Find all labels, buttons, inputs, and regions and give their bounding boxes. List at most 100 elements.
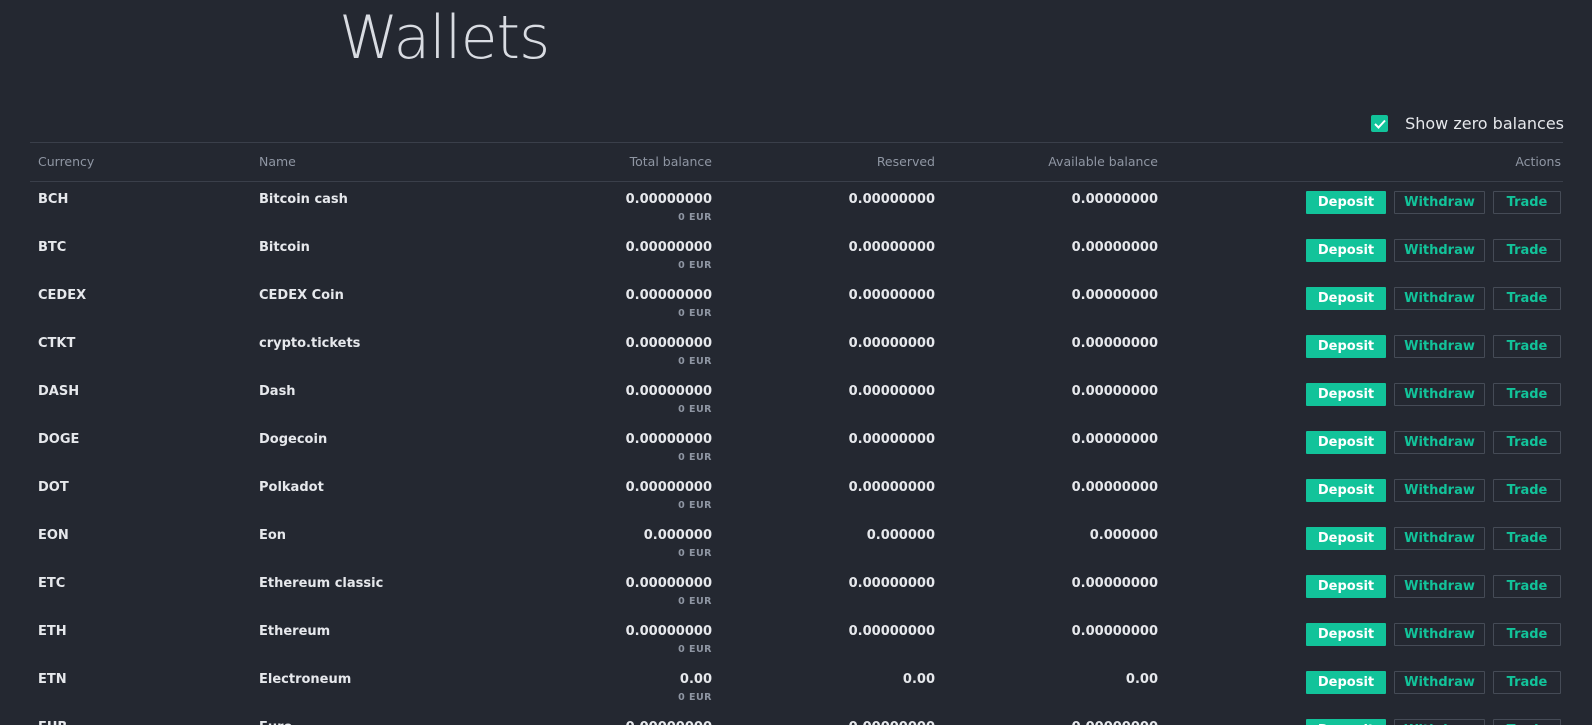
total-balance-eur: 0 EUR [678, 308, 712, 319]
deposit-button[interactable]: Deposit [1306, 623, 1386, 646]
deposit-button[interactable]: Deposit [1306, 191, 1386, 214]
deposit-button[interactable]: Deposit [1306, 335, 1386, 358]
deposit-button[interactable]: Deposit [1306, 239, 1386, 262]
available-balance: 0.000000 [1089, 528, 1158, 543]
reserved-balance: 0.00000000 [848, 288, 935, 303]
currency-name: Ethereum [259, 624, 331, 639]
total-balance-eur: 0 EUR [678, 212, 712, 223]
total-balance: 0.00 [679, 672, 712, 687]
show-zero-balances-checkbox[interactable] [1371, 115, 1389, 132]
withdraw-button[interactable]: Withdraw [1394, 287, 1485, 310]
trade-button[interactable]: Trade [1493, 431, 1561, 454]
table-row: BCH Bitcoin cash 0.00000000 0 EUR 0.00000000… [30, 182, 1563, 230]
available-balance: 0.00000000 [1071, 384, 1158, 399]
total-balance: 0.00000000 [625, 480, 712, 495]
table-row: DASH Dash 0.00000000 0 EUR 0.00000000 0.00000… [30, 374, 1563, 422]
reserved-balance: 0.00000000 [848, 576, 935, 591]
withdraw-button[interactable]: Withdraw [1394, 479, 1485, 502]
wallets-table: Currency Name Total balance Reserved Ava… [30, 142, 1563, 725]
reserved-balance: 0.000000 [866, 528, 935, 543]
deposit-button[interactable]: Deposit [1306, 527, 1386, 550]
currency-code: ETC [38, 576, 66, 591]
table-row: BTC Bitcoin 0.00000000 0 EUR 0.00000000 0.000… [30, 230, 1563, 278]
deposit-button[interactable]: Deposit [1306, 479, 1386, 502]
total-balance-eur: 0 EUR [678, 260, 712, 271]
currency-name: Ethereum classic [259, 576, 384, 591]
currency-code: EUR [38, 720, 67, 725]
trade-button[interactable]: Trade [1493, 383, 1561, 406]
available-balance: 0.00 [1125, 672, 1158, 687]
total-balance: 0.00000000 [625, 192, 712, 207]
total-balance: 0.00000000 [625, 336, 712, 351]
withdraw-button[interactable]: Withdraw [1394, 335, 1485, 358]
withdraw-button[interactable]: Withdraw [1394, 191, 1485, 214]
header-reserved: Reserved [876, 154, 935, 169]
reserved-balance: 0.00 [902, 672, 935, 687]
checkmark-icon [1373, 119, 1386, 129]
available-balance: 0.00000000 [1071, 288, 1158, 303]
withdraw-button[interactable]: Withdraw [1394, 431, 1485, 454]
available-balance: 0.00000000 [1071, 576, 1158, 591]
total-balance-eur: 0 EUR [678, 548, 712, 559]
trade-button[interactable]: Trade [1493, 335, 1561, 358]
deposit-button[interactable]: Deposit [1306, 383, 1386, 406]
withdraw-button[interactable]: Withdraw [1394, 575, 1485, 598]
currency-name: Euro [259, 720, 292, 725]
trade-button[interactable]: Trade [1493, 479, 1561, 502]
reserved-balance: 0.00000000 [848, 192, 935, 207]
total-balance-eur: 0 EUR [678, 692, 712, 703]
header-currency: Currency [38, 154, 95, 169]
trade-button[interactable]: Trade [1493, 719, 1561, 725]
show-zero-balances-label: Show zero balances [1405, 114, 1564, 133]
currency-name: Bitcoin cash [259, 192, 348, 207]
table-row: CEDEX CEDEX Coin 0.00000000 0 EUR 0.00000000… [30, 278, 1563, 326]
table-row: CTKT crypto.tickets 0.00000000 0 EUR 0.00000… [30, 326, 1563, 374]
trade-button[interactable]: Trade [1493, 191, 1561, 214]
currency-code: EON [38, 528, 69, 543]
wallets-page: Wallets Show zero balances Currency Name… [0, 0, 1592, 725]
withdraw-button[interactable]: Withdraw [1394, 527, 1485, 550]
withdraw-button[interactable]: Withdraw [1394, 239, 1485, 262]
deposit-button[interactable]: Deposit [1306, 287, 1386, 310]
withdraw-button[interactable]: Withdraw [1394, 623, 1485, 646]
trade-button[interactable]: Trade [1493, 239, 1561, 262]
total-balance-eur: 0 EUR [678, 356, 712, 367]
total-balance: 0.00000000 [626, 720, 712, 725]
available-balance: 0.00000000 [1071, 192, 1158, 207]
reserved-balance: 0.00000000 [848, 336, 935, 351]
trade-button[interactable]: Trade [1493, 527, 1561, 550]
table-row: DOT Polkadot 0.00000000 0 EUR 0.00000000 0.00… [30, 470, 1563, 518]
withdraw-button[interactable]: Withdraw [1394, 383, 1485, 406]
header-available-balance: Available balance [1048, 154, 1158, 169]
currency-code: DOGE [38, 432, 80, 447]
currency-name: Polkadot [259, 480, 324, 495]
reserved-balance: 0.00000000 [848, 384, 935, 399]
reserved-balance: 0.00000000 [849, 720, 935, 725]
total-balance-eur: 0 EUR [678, 596, 712, 607]
trade-button[interactable]: Trade [1493, 287, 1561, 310]
trade-button[interactable]: Trade [1493, 575, 1561, 598]
total-balance: 0.00000000 [625, 384, 712, 399]
reserved-balance: 0.00000000 [848, 480, 935, 495]
trade-button[interactable]: Trade [1493, 671, 1561, 694]
available-balance: 0.00000000 [1071, 480, 1158, 495]
table-row: ETC Ethereum classic 0.00000000 0 EUR 0.0000… [30, 566, 1563, 614]
withdraw-button[interactable]: Withdraw [1394, 719, 1485, 725]
total-balance: 0.000000 [643, 528, 712, 543]
deposit-button[interactable]: Deposit [1306, 671, 1386, 694]
total-balance-eur: 0 EUR [678, 644, 712, 655]
deposit-button[interactable]: Deposit [1306, 431, 1386, 454]
total-balance-eur: 0 EUR [678, 404, 712, 415]
trade-button[interactable]: Trade [1493, 623, 1561, 646]
show-zero-balances-toggle[interactable]: Show zero balances [1371, 114, 1564, 133]
currency-code: ETN [38, 672, 67, 687]
available-balance: 0.00000000 [1072, 720, 1158, 725]
currency-code: DASH [38, 384, 80, 399]
reserved-balance: 0.00000000 [848, 624, 935, 639]
deposit-button[interactable]: Deposit [1306, 719, 1386, 725]
withdraw-button[interactable]: Withdraw [1394, 671, 1485, 694]
reserved-balance: 0.00000000 [848, 432, 935, 447]
available-balance: 0.00000000 [1071, 240, 1158, 255]
total-balance: 0.00000000 [625, 288, 712, 303]
deposit-button[interactable]: Deposit [1306, 575, 1386, 598]
